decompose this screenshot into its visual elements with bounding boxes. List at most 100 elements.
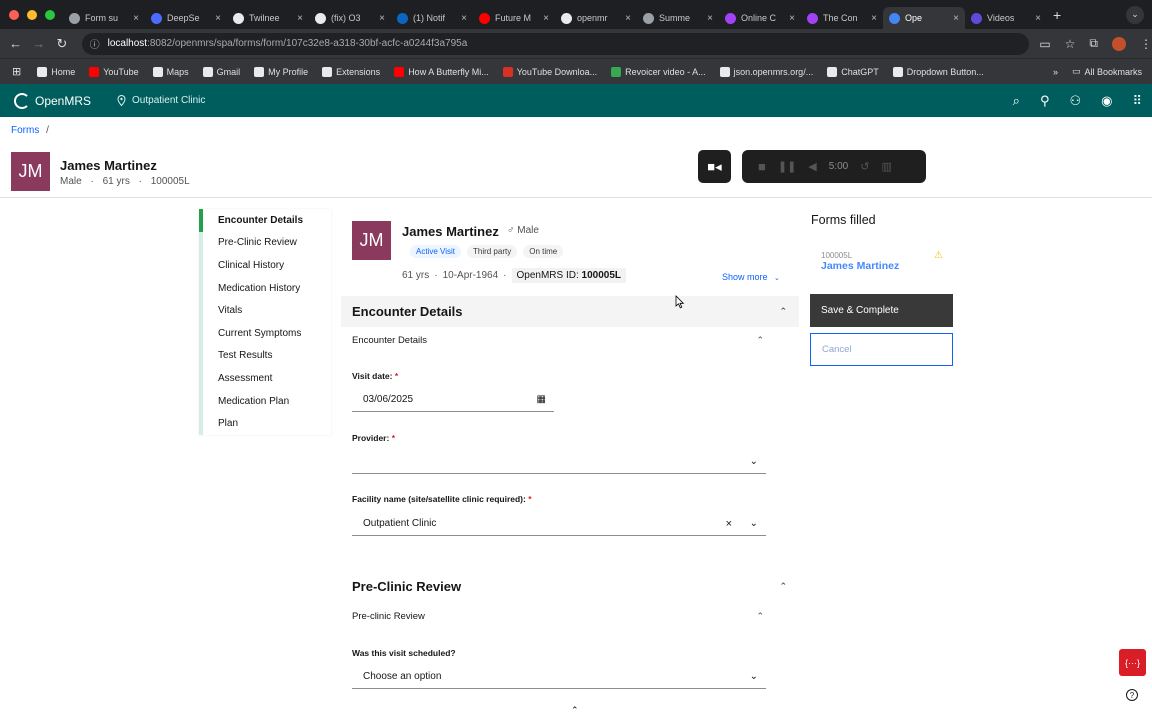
section-nav-item[interactable]: Encounter Details (199, 209, 331, 232)
cancel-button[interactable]: Cancel (810, 333, 953, 366)
encounter-details-section-header[interactable]: Encounter Details ⌃ (341, 296, 799, 327)
chevron-up-icon[interactable]: ⌃ (779, 306, 787, 317)
delete-icon[interactable]: ▥ (881, 160, 891, 173)
bookmark-item[interactable]: ChatGPT (827, 66, 879, 77)
chevron-up-icon[interactable]: ⌃ (779, 581, 787, 592)
url-bar[interactable]: ⓘ localhost :8082/openmrs/spa/forms/form… (81, 32, 1030, 55)
new-tab-button[interactable]: + (1053, 7, 1061, 23)
back-icon[interactable]: ← (4, 36, 27, 51)
browser-tab[interactable]: (fix) O3 × (309, 7, 391, 29)
close-tab-icon[interactable]: × (215, 13, 221, 24)
pre-clinic-review-section-header[interactable]: Pre-Clinic Review ⌃ (341, 571, 799, 602)
section-nav-item[interactable]: Clinical History (199, 254, 331, 277)
close-tab-icon[interactable]: × (379, 13, 385, 24)
section-nav-item[interactable]: Medication History (199, 276, 331, 300)
site-info-icon[interactable]: ⓘ (90, 36, 100, 51)
visit-date-input[interactable]: 03/06/2025 ▦ (352, 388, 554, 412)
forms-filled-card[interactable]: 100005L James Martinez ⚠ (811, 244, 953, 280)
reload-icon[interactable]: ↻ (50, 36, 73, 52)
close-tab-icon[interactable]: × (297, 13, 303, 24)
dev-tools-button[interactable]: {···} (1119, 649, 1146, 676)
mute-icon[interactable]: ◀ (808, 160, 816, 173)
section-nav-item[interactable]: Current Symptoms (199, 321, 331, 345)
stop-icon[interactable]: ■ (758, 159, 766, 174)
all-bookmarks-link[interactable]: ▭ All Bookmarks (1072, 66, 1142, 77)
browser-tab[interactable]: openmr × (555, 7, 637, 29)
cast-icon[interactable]: ▭ (1039, 37, 1050, 51)
browser-tab[interactable]: Twilnee × (227, 7, 309, 29)
bookmark-star-icon[interactable]: ☆ (1065, 37, 1076, 51)
bookmark-item[interactable]: YouTube (89, 66, 139, 77)
location-picker[interactable]: Outpatient Clinic (117, 95, 205, 106)
app-switcher-icon[interactable]: ⠿ (1132, 93, 1142, 109)
close-tab-icon[interactable]: × (133, 13, 139, 24)
encounter-details-subsection[interactable]: Encounter Details ⌃ (352, 335, 766, 346)
restart-icon[interactable]: ↺ (860, 160, 869, 173)
section-nav-item[interactable]: Plan (199, 412, 331, 435)
camera-icon[interactable]: ■◂ (698, 150, 731, 183)
chevron-down-icon[interactable]: ⌄ (750, 456, 758, 467)
add-patient-icon[interactable]: ⚇ (1069, 93, 1081, 109)
section-nav-item[interactable]: Assessment (199, 367, 331, 390)
show-more-button[interactable]: Show more ⌄ (722, 272, 780, 282)
clear-icon[interactable]: × (726, 518, 732, 530)
tab-search-button[interactable]: ⌄ (1126, 5, 1144, 24)
close-tab-icon[interactable]: × (953, 13, 959, 24)
pause-icon[interactable]: ❚❚ (778, 160, 796, 173)
bookmark-item[interactable]: How A Butterfly Mi... (394, 66, 489, 77)
bookmark-item[interactable]: Dropdown Button... (892, 66, 984, 77)
facility-select[interactable]: Outpatient Clinic × ⌄ (352, 512, 766, 536)
bookmark-item[interactable]: YouTube Downloa... (502, 66, 597, 77)
provider-select[interactable]: ⌄ (352, 450, 766, 474)
chevron-down-icon[interactable]: ⌄ (750, 518, 758, 529)
chevron-down-icon[interactable]: ⌄ (750, 671, 758, 682)
patient-lists-icon[interactable]: ⚲ (1040, 93, 1050, 109)
chevron-up-icon[interactable]: ⌃ (756, 611, 764, 622)
user-avatar-icon[interactable]: ◉ (1101, 93, 1112, 109)
close-tab-icon[interactable]: × (625, 13, 631, 24)
section-nav-item[interactable]: Pre-Clinic Review (199, 231, 331, 255)
browser-tab[interactable]: The Con × (801, 7, 883, 29)
browser-tab[interactable]: (1) Notif × (391, 7, 473, 29)
browser-tab[interactable]: Online C × (719, 7, 801, 29)
breadcrumb-forms-link[interactable]: Forms (11, 125, 39, 136)
bookmark-item[interactable]: Revoicer video - A... (611, 66, 706, 77)
apps-grid-icon[interactable]: ⊞ (12, 65, 21, 78)
browser-tab[interactable]: Ope × (883, 7, 965, 29)
bookmark-item[interactable]: My Profile (254, 66, 308, 77)
browser-tab[interactable]: Future M × (473, 7, 555, 29)
browser-tab[interactable]: Summe × (637, 7, 719, 29)
minimize-window-button[interactable] (27, 9, 37, 20)
close-tab-icon[interactable]: × (789, 13, 795, 24)
scroll-up-icon[interactable]: ⌃ (571, 705, 579, 716)
menu-icon[interactable]: ⋮ (1140, 37, 1152, 51)
close-tab-icon[interactable]: × (871, 13, 877, 24)
calendar-icon[interactable]: ▦ (537, 394, 546, 405)
visit-scheduled-select[interactable]: Choose an option ⌄ (352, 665, 766, 689)
bookmark-item[interactable]: Gmail (202, 66, 240, 77)
help-icon[interactable]: ? (1126, 689, 1138, 701)
section-nav-item[interactable]: Test Results (199, 344, 331, 368)
chevron-up-icon[interactable]: ⌃ (756, 335, 764, 346)
browser-tab[interactable]: DeepSe × (145, 7, 227, 29)
close-tab-icon[interactable]: × (461, 13, 467, 24)
save-and-complete-button[interactable]: Save & Complete (810, 294, 953, 327)
extensions-icon[interactable]: ⧉ (1089, 36, 1098, 51)
search-icon[interactable]: ⌕ (1013, 93, 1020, 109)
bookmark-item[interactable]: Home (37, 66, 75, 77)
browser-tab[interactable]: Videos × (965, 7, 1047, 29)
profile-avatar[interactable] (1112, 36, 1126, 51)
section-nav-item[interactable]: Vitals (199, 299, 331, 322)
more-bookmarks-icon[interactable]: » (1053, 67, 1058, 77)
openmrs-logo[interactable]: OpenMRS (14, 92, 91, 109)
bookmark-item[interactable]: Extensions (322, 66, 380, 77)
bookmark-item[interactable]: json.openmrs.org/... (719, 66, 813, 77)
close-tab-icon[interactable]: × (1035, 13, 1041, 24)
maximize-window-button[interactable] (45, 9, 55, 20)
close-tab-icon[interactable]: × (543, 13, 549, 24)
close-tab-icon[interactable]: × (707, 13, 713, 24)
forward-icon[interactable]: → (27, 36, 50, 51)
close-window-button[interactable] (9, 9, 19, 20)
section-nav-item[interactable]: Medication Plan (199, 389, 331, 413)
browser-tab[interactable]: Form su × (63, 7, 145, 29)
